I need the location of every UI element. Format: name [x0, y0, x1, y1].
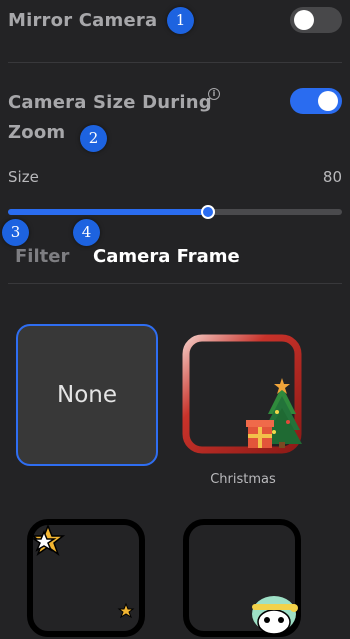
size-slider-thumb[interactable] [201, 205, 216, 219]
christmas-frame-thumbnail [182, 334, 302, 454]
tab-filter[interactable]: Filter [15, 246, 69, 267]
annotation-badge-4: 4 [73, 219, 100, 246]
character-frame-thumbnail [183, 519, 301, 637]
frame-christmas-card[interactable] [172, 324, 314, 466]
annotation-badge-2: 2 [80, 125, 107, 152]
size-value: 80 [322, 168, 342, 186]
size-slider-track[interactable] [8, 209, 342, 215]
divider [8, 62, 342, 63]
camera-size-label-line2: Zoom [8, 122, 66, 143]
camera-size-label-line1: Camera Size During [8, 92, 212, 113]
divider [8, 283, 342, 284]
frame-christmas-caption: Christmas [210, 472, 276, 487]
info-icon[interactable]: i [208, 88, 220, 100]
mirror-camera-toggle[interactable] [290, 7, 342, 33]
frame-stars-card[interactable] [16, 510, 158, 639]
frame-none-label: None [56, 382, 117, 408]
stars-frame-thumbnail [27, 519, 145, 637]
size-label: Size [8, 168, 39, 186]
toggle-knob [294, 10, 314, 30]
tab-camera-frame[interactable]: Camera Frame [93, 246, 240, 267]
frame-character-card[interactable] [172, 510, 314, 639]
annotation-badge-1: 1 [167, 7, 194, 34]
camera-settings-panel: Mirror Camera 1 Camera Size During i Zoo… [0, 0, 350, 639]
toggle-knob [318, 91, 338, 111]
annotation-badge-3: 3 [2, 219, 29, 246]
size-slider-fill [8, 209, 209, 215]
frame-none-card[interactable]: None [16, 324, 158, 466]
mirror-camera-label: Mirror Camera [8, 10, 158, 31]
camera-size-toggle[interactable] [290, 88, 342, 114]
